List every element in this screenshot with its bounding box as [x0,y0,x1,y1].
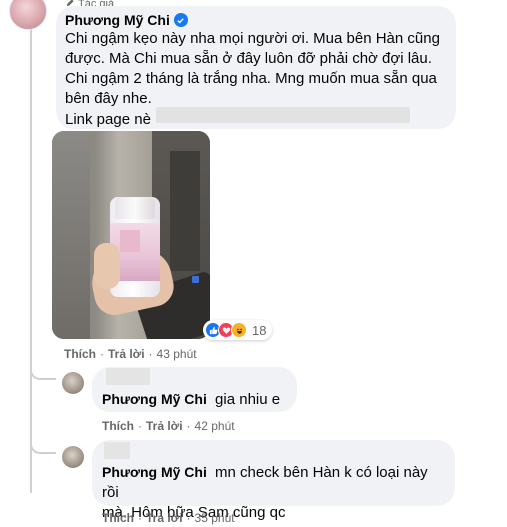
reply-button[interactable]: Trả lời [146,419,183,433]
reaction-summary[interactable]: 18 [203,320,273,340]
blurred-name [106,368,150,385]
reply-text: Phương Mỹ Chi mn check bên Hàn k có loại… [102,462,443,503]
reply-time[interactable]: 35 phút [195,511,235,525]
reply-actions: Thích · Trả lời · 35 phút [102,511,235,525]
reply-bubble: Phương Mỹ Chi mn check bên Hàn k có loại… [92,440,455,521]
reply-author[interactable]: Phương Mỹ Chi [102,464,207,480]
comment-actions: Thích · Trả lời · 43 phút [64,347,197,361]
comment-photo[interactable] [52,131,210,339]
reaction-count: 18 [252,322,267,338]
reply-actions: Thích · Trả lời · 42 phút [102,419,235,433]
comment-author[interactable]: Phương Mỹ Chi [65,12,170,28]
like-button[interactable]: Thích [102,419,134,433]
reply-time[interactable]: 42 phút [195,419,235,433]
avatar[interactable] [9,0,47,30]
thread-connector [30,358,56,380]
avatar[interactable] [62,446,84,468]
like-button[interactable]: Thích [102,511,134,525]
verified-badge-icon [173,13,188,27]
blurred-name [104,442,130,459]
reply-body: gia nhiu e [215,391,281,408]
thread-line [30,28,32,493]
reply-button[interactable]: Trả lời [108,347,145,361]
avatar[interactable] [62,372,84,394]
like-button[interactable]: Thích [64,347,96,361]
reply-button[interactable]: Trả lời [146,511,183,525]
blurred-link[interactable] [156,107,410,123]
reply-text: Phương Mỹ Chi gia nhiu e [102,389,285,410]
comment-time[interactable]: 43 phút [157,347,197,361]
haha-reaction-icon [231,322,247,338]
thread-connector [30,432,56,454]
comment-text: Chi ngậm kẹo này nha mọi người ơi. Mua b… [65,30,440,107]
reply-author[interactable]: Phương Mỹ Chi [102,391,207,407]
